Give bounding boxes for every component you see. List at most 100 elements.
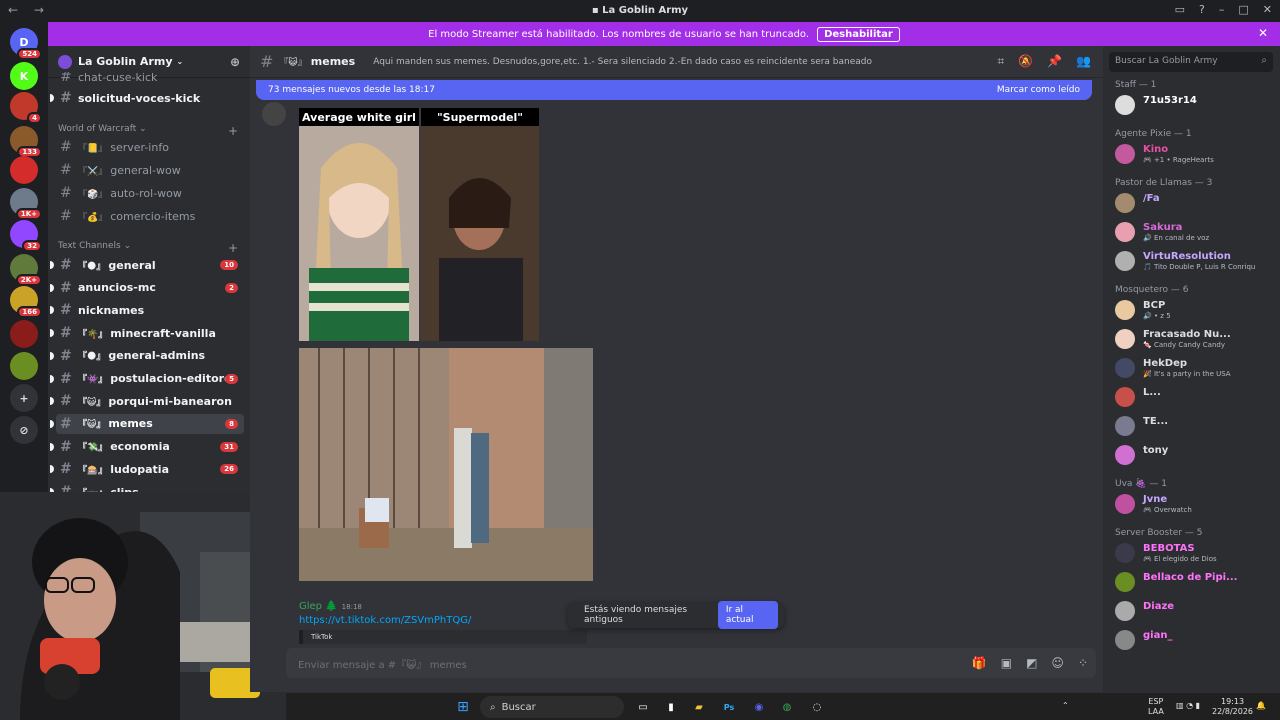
app-icon[interactable]: ▮ bbox=[662, 698, 680, 716]
member-item[interactable]: /Fa bbox=[1111, 190, 1275, 216]
channel-minecraft-vanilla[interactable]: # 『🌴』 minecraft-vanilla bbox=[50, 323, 244, 343]
meme-image-1[interactable]: Average white girl "Supermodel" bbox=[299, 108, 539, 341]
member-item[interactable]: Fracasado Nu... 🍬 Candy Candy Candy bbox=[1111, 326, 1275, 352]
channel-solicitud-voces-kick[interactable]: # solicitud-voces-kick bbox=[50, 88, 244, 108]
channel-general-wow[interactable]: # 『⚔️』 general-wow bbox=[56, 160, 244, 180]
channel-ludopatia[interactable]: # 『🎰』 ludopatia 26 bbox=[50, 459, 244, 479]
member-item[interactable]: L... bbox=[1111, 384, 1275, 410]
explore-icon[interactable]: ⊘ bbox=[10, 416, 38, 444]
jump-to-present-button[interactable]: Ir al actual bbox=[717, 601, 778, 629]
server-icon[interactable]: 32 bbox=[10, 220, 42, 252]
server-icon[interactable]: 1K+ bbox=[10, 188, 42, 220]
discord-icon[interactable]: ◉ bbox=[750, 698, 768, 716]
threads-icon[interactable]: ⌗ bbox=[997, 54, 1004, 69]
unread-indicator bbox=[50, 465, 54, 474]
file-explorer-icon[interactable]: ▰ bbox=[690, 698, 708, 716]
category-text-channels[interactable]: Text Channels ⌄ + bbox=[58, 241, 238, 255]
disable-streamer-button[interactable]: Deshabilitar bbox=[817, 26, 900, 42]
member-item[interactable]: Jvne 🎮 Overwatch bbox=[1111, 491, 1275, 517]
member-name: Sakura bbox=[1143, 222, 1183, 233]
member-item[interactable]: Sakura 🔊 En canal de voz bbox=[1111, 219, 1275, 245]
channel-anuncios-mc[interactable]: # anuncios-mc 2 bbox=[50, 278, 244, 298]
member-item[interactable]: 71u53r14 bbox=[1111, 92, 1275, 118]
member-list-icon[interactable]: 👥 bbox=[1076, 54, 1091, 69]
unread-indicator bbox=[50, 351, 54, 360]
server-icon[interactable]: 133 bbox=[10, 126, 42, 158]
channel-memes[interactable]: # 『😺』 memes 8 bbox=[50, 413, 244, 434]
channel-comercio-items[interactable]: # 『💰』 comercio-items bbox=[56, 206, 244, 226]
pin-icon[interactable]: 📌 bbox=[1047, 54, 1062, 69]
add-channel-icon[interactable]: + bbox=[228, 124, 238, 138]
channel-economia[interactable]: # 『💸』 economia 31 bbox=[50, 437, 244, 457]
channel-cut-off[interactable]: # chat-cuse-kick bbox=[56, 72, 244, 82]
member-item[interactable]: gian_ bbox=[1111, 627, 1275, 653]
server-icon[interactable]: K bbox=[10, 62, 38, 90]
tray-chevron-icon[interactable]: ⌃ bbox=[1062, 701, 1069, 711]
photoshop-icon[interactable]: Ps bbox=[720, 698, 738, 716]
channel-emoji-prefix: 『💰』 bbox=[78, 212, 108, 223]
windows-start-icon[interactable]: ⊞ bbox=[454, 698, 472, 716]
inbox-icon[interactable]: ▭ bbox=[1175, 3, 1185, 16]
channel-auto-rol-wow[interactable]: # 『🎲』 auto-rol-wow bbox=[56, 183, 244, 203]
message-link[interactable]: https://vt.tiktok.com/ZSVmPhTQG/ bbox=[299, 615, 471, 626]
member-item[interactable]: Diaze bbox=[1111, 598, 1275, 624]
sticker-icon[interactable]: ◩ bbox=[1026, 656, 1037, 670]
add-channel-icon[interactable]: + bbox=[228, 241, 238, 255]
channel-general-admins[interactable]: # 『🌑』 general-admins bbox=[50, 346, 244, 366]
server-icon[interactable] bbox=[10, 352, 38, 380]
clock[interactable]: 19:13 22/8/2026 bbox=[1212, 697, 1253, 717]
channel-general[interactable]: # 『🌑』 general 10 bbox=[50, 255, 244, 275]
message-author[interactable]: Glep 🌲 18:18 bbox=[299, 601, 362, 612]
member-item[interactable]: Kino 🎮 +1 • RageHearts bbox=[1111, 141, 1275, 167]
new-messages-bar[interactable]: 73 mensajes nuevos desde las 18:17 Marca… bbox=[256, 80, 1092, 100]
avatar[interactable] bbox=[262, 102, 286, 126]
bell-muted-icon[interactable]: 🔕 bbox=[1018, 54, 1033, 69]
channel-postulacion-editores[interactable]: # 『👾』 postulacion-editores 5 bbox=[50, 369, 244, 389]
gift-icon[interactable]: 🎁 bbox=[972, 656, 987, 670]
mark-read-button[interactable]: Marcar como leído bbox=[997, 85, 1080, 95]
member-item[interactable]: Bellaco de Pipi... bbox=[1111, 569, 1275, 595]
server-icon[interactable]: 166 bbox=[10, 286, 42, 318]
add-person-icon[interactable]: ⊕ bbox=[230, 55, 240, 69]
channel-nicknames[interactable]: # nicknames bbox=[50, 300, 244, 320]
server-icon[interactable] bbox=[10, 320, 38, 348]
help-icon[interactable]: ? bbox=[1199, 3, 1205, 16]
app-icon-2[interactable]: ◌ bbox=[808, 698, 826, 716]
apps-icon[interactable]: ⁘ bbox=[1078, 656, 1088, 670]
maximize-button[interactable]: □ bbox=[1238, 3, 1248, 16]
channel-topic[interactable]: Aqui manden sus memes. Desnudos,gore,etc… bbox=[373, 57, 872, 67]
server-icon[interactable]: 4 bbox=[10, 92, 42, 124]
category-wow[interactable]: World of Warcraft ⌄ + bbox=[58, 124, 238, 138]
server-icon[interactable] bbox=[10, 156, 38, 184]
gif-icon[interactable]: ▣ bbox=[1001, 656, 1012, 670]
close-icon[interactable]: ✕ bbox=[1258, 26, 1268, 40]
add-server-icon[interactable]: + bbox=[10, 384, 38, 412]
link-embed[interactable]: TikTok bbox=[299, 630, 587, 644]
meme-image-2[interactable] bbox=[299, 348, 593, 581]
member-item[interactable]: TE... bbox=[1111, 413, 1275, 439]
close-window-button[interactable]: ✕ bbox=[1263, 3, 1272, 16]
channel-emoji-prefix: 『🎲』 bbox=[78, 189, 108, 200]
member-item[interactable]: tony bbox=[1111, 442, 1275, 468]
message-composer[interactable]: Enviar mensaje a #『😺』 memes 🎁 ▣ ◩ ☺ ⁘ bbox=[286, 648, 1096, 678]
channel-label: porqui-mi-banearon bbox=[108, 394, 232, 408]
emoji-icon[interactable]: ☺ bbox=[1051, 656, 1064, 670]
channel-clips[interactable]: #『📺』clips bbox=[50, 482, 244, 492]
server-icon[interactable]: D 524 bbox=[10, 28, 42, 60]
member-item[interactable]: HekDep 🎉 It's a party in the USA bbox=[1111, 355, 1275, 381]
network-icon[interactable]: ▥ ◔ ▮ bbox=[1176, 701, 1200, 711]
chrome-icon[interactable]: ◍ bbox=[778, 698, 796, 716]
unread-indicator bbox=[50, 329, 54, 338]
minimize-button[interactable]: – bbox=[1219, 3, 1225, 16]
server-icon[interactable]: 2K+ bbox=[10, 254, 42, 286]
channel-porqui-mi-banearon[interactable]: # 『😺』 porqui-mi-banearon bbox=[50, 391, 244, 411]
search-input[interactable]: Buscar La Goblin Army ⌕ bbox=[1109, 52, 1273, 72]
taskbar-search[interactable]: ⌕ Buscar bbox=[480, 696, 624, 718]
member-item[interactable]: VirtuResolution 🎵 Tito Double P, Luis R C… bbox=[1111, 248, 1275, 274]
language-indicator[interactable]: ESP LAA bbox=[1148, 697, 1164, 717]
task-view-icon[interactable]: ▭ bbox=[634, 698, 652, 716]
member-item[interactable]: BEBOTAS 🎮 El elegido de Dios bbox=[1111, 540, 1275, 566]
member-item[interactable]: BCP 🔊 • z 5 bbox=[1111, 297, 1275, 323]
channel-server-info[interactable]: # 『📒』 server-info bbox=[56, 137, 244, 157]
notification-icon[interactable]: 🔔 bbox=[1256, 701, 1266, 711]
